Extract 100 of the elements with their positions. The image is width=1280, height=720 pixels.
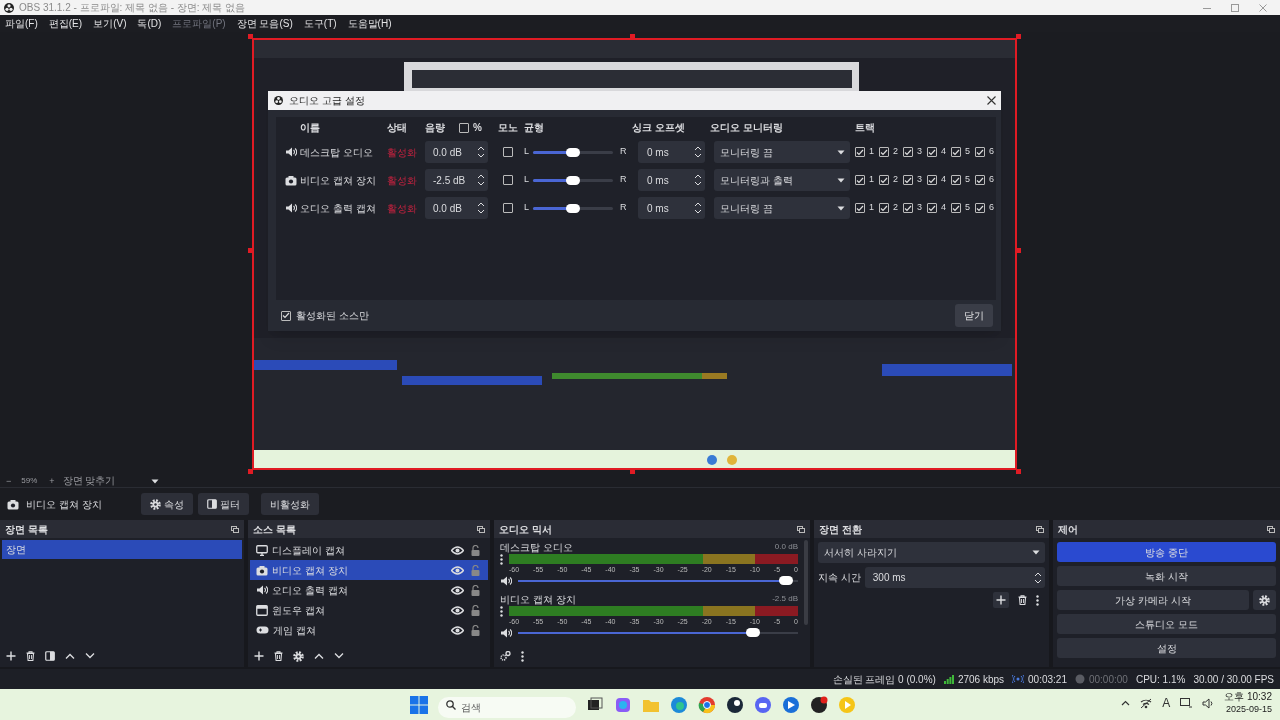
chat-app-icon[interactable] bbox=[754, 695, 772, 714]
slider-thumb[interactable] bbox=[566, 147, 580, 157]
undock-icon[interactable] bbox=[797, 525, 805, 533]
unlocked-lock-icon[interactable] bbox=[471, 584, 480, 596]
resize-handle[interactable] bbox=[248, 469, 253, 474]
resize-handle[interactable] bbox=[630, 34, 635, 39]
checkbox[interactable] bbox=[879, 203, 889, 213]
more-icon[interactable] bbox=[521, 650, 524, 662]
more-icon[interactable] bbox=[1036, 594, 1039, 606]
checkbox[interactable] bbox=[459, 122, 469, 133]
gear-icon[interactable] bbox=[293, 650, 304, 662]
toolbar-button[interactable]: 속성 bbox=[141, 493, 193, 515]
eye-icon[interactable] bbox=[451, 545, 464, 555]
fader-thumb[interactable] bbox=[779, 576, 794, 585]
spin-arrows-icon[interactable] bbox=[694, 201, 702, 215]
checkbox[interactable] bbox=[855, 203, 865, 213]
checkbox[interactable] bbox=[903, 175, 914, 185]
spin-arrows-icon[interactable] bbox=[694, 145, 702, 159]
checkbox[interactable] bbox=[503, 175, 513, 185]
undock-icon[interactable] bbox=[1267, 525, 1275, 533]
fit-dropdown[interactable]: 장면 맞추기 bbox=[62, 476, 159, 486]
resize-handle[interactable] bbox=[1016, 248, 1021, 253]
resize-handle[interactable] bbox=[248, 34, 253, 39]
checkbox[interactable] bbox=[503, 203, 513, 213]
checkbox[interactable] bbox=[951, 203, 962, 213]
slider-track[interactable] bbox=[533, 178, 613, 182]
control-button[interactable]: 설정 bbox=[1057, 638, 1276, 658]
eye-icon[interactable] bbox=[451, 565, 464, 575]
control-button[interactable]: 녹화 시작 bbox=[1057, 566, 1276, 586]
gears-icon[interactable] bbox=[500, 651, 511, 661]
slider-track[interactable] bbox=[533, 206, 613, 210]
offset-field[interactable]: 0 ms bbox=[638, 169, 705, 191]
checkbox[interactable] bbox=[879, 175, 889, 185]
input-mode-indicator[interactable]: A bbox=[1162, 694, 1171, 712]
windows-icon[interactable] bbox=[410, 695, 428, 714]
checkbox[interactable] bbox=[951, 147, 962, 157]
menu-item[interactable]: 도움말(H) bbox=[347, 18, 392, 29]
search-field[interactable]: 검색 bbox=[438, 697, 576, 718]
spin-arrows-icon[interactable] bbox=[477, 173, 485, 187]
eye-icon[interactable] bbox=[451, 585, 464, 595]
control-button[interactable]: 스튜디오 모드 bbox=[1057, 614, 1276, 634]
spin-arrows-icon[interactable] bbox=[694, 173, 702, 187]
checkbox[interactable] bbox=[503, 147, 513, 157]
display-icon[interactable] bbox=[1180, 697, 1193, 709]
unlocked-lock-icon[interactable] bbox=[471, 544, 480, 556]
add-icon[interactable] bbox=[254, 651, 264, 661]
chevron-down-icon[interactable] bbox=[85, 653, 95, 659]
checkbox[interactable] bbox=[927, 175, 938, 185]
checkbox[interactable] bbox=[281, 310, 291, 321]
undock-icon[interactable] bbox=[1036, 525, 1044, 533]
checkbox[interactable] bbox=[855, 175, 865, 185]
menu-item[interactable]: 보기(V) bbox=[93, 18, 127, 29]
fader-thumb[interactable] bbox=[745, 628, 760, 637]
source-item[interactable]: 디스플레이 캡쳐 bbox=[250, 540, 488, 560]
transition-dropdown[interactable]: 서서히 사라지기 bbox=[818, 542, 1045, 563]
unlocked-lock-icon[interactable] bbox=[471, 604, 480, 616]
checkbox[interactable] bbox=[975, 175, 986, 185]
undock-icon[interactable] bbox=[231, 525, 239, 533]
trash-icon[interactable] bbox=[274, 651, 283, 661]
menu-item[interactable]: 독(D) bbox=[137, 18, 162, 29]
checkbox[interactable] bbox=[975, 147, 986, 157]
mute-toggle-icon[interactable] bbox=[500, 627, 512, 639]
browser-icon[interactable] bbox=[670, 695, 688, 714]
eye-icon[interactable] bbox=[451, 605, 464, 615]
unlocked-lock-icon[interactable] bbox=[471, 624, 480, 636]
checkbox[interactable] bbox=[879, 147, 889, 157]
monitoring-dropdown[interactable]: 모니터링과 출력 bbox=[714, 169, 850, 191]
maximize-icon[interactable] bbox=[1231, 3, 1239, 12]
browser-icon[interactable] bbox=[698, 695, 716, 714]
spin-arrows-icon[interactable] bbox=[1034, 570, 1042, 585]
volume-icon[interactable] bbox=[1202, 697, 1215, 709]
add-button[interactable] bbox=[993, 592, 1009, 608]
eye-icon[interactable] bbox=[451, 625, 464, 635]
spin-arrows-icon[interactable] bbox=[477, 201, 485, 215]
slider-thumb[interactable] bbox=[566, 203, 580, 213]
toolbar-button[interactable]: 필터 bbox=[198, 493, 249, 515]
checkbox[interactable] bbox=[903, 203, 914, 213]
control-button[interactable]: 가상 카메라 시작 bbox=[1057, 590, 1249, 610]
more-icon[interactable] bbox=[500, 606, 503, 617]
clock[interactable]: 오후 10:32 2025-09-15 bbox=[1224, 691, 1272, 715]
game-launcher-icon[interactable] bbox=[726, 695, 744, 714]
network-icon[interactable] bbox=[1140, 697, 1153, 709]
resize-handle[interactable] bbox=[1016, 34, 1021, 39]
control-button[interactable]: 방송 중단 bbox=[1057, 542, 1276, 562]
monitoring-dropdown[interactable]: 모니터링 끔 bbox=[714, 197, 850, 219]
checkbox[interactable] bbox=[903, 147, 914, 157]
monitoring-dropdown[interactable]: 모니터링 끔 bbox=[714, 141, 850, 163]
volume-field[interactable]: -2.5 dB bbox=[425, 169, 488, 191]
source-item[interactable]: 게임 캡쳐 bbox=[250, 620, 488, 640]
volume-field[interactable]: 0.0 dB bbox=[425, 141, 488, 163]
source-item[interactable]: 윈도우 캡쳐 bbox=[250, 600, 488, 620]
close-icon[interactable] bbox=[987, 96, 996, 105]
resize-handle[interactable] bbox=[248, 248, 253, 253]
resize-handle[interactable] bbox=[1016, 469, 1021, 474]
resize-handle[interactable] bbox=[630, 469, 635, 474]
mute-toggle-icon[interactable] bbox=[500, 575, 512, 587]
source-item[interactable]: 비디오 캡쳐 장치 bbox=[250, 560, 488, 580]
add-icon[interactable] bbox=[6, 651, 16, 661]
menu-item[interactable]: 파일(F) bbox=[5, 18, 38, 29]
checkbox[interactable] bbox=[927, 147, 938, 157]
